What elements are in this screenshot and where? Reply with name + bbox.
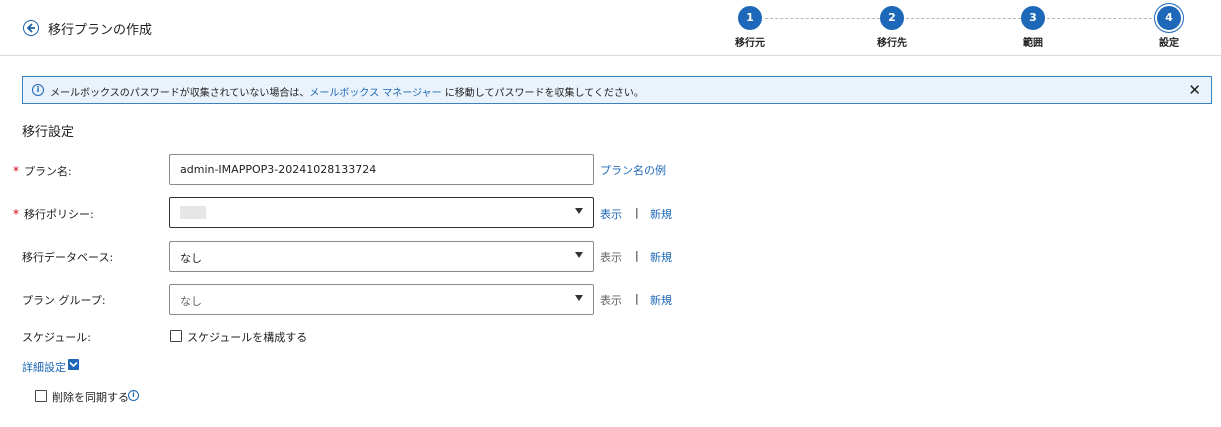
step-destination[interactable]: 2 移行先 (862, 6, 922, 49)
required-marker: * (13, 164, 19, 178)
migration-policy-label: 移行ポリシー: (24, 208, 94, 221)
plan-group-new-link[interactable]: 新規 (650, 292, 672, 308)
plan-group-show-link[interactable]: 表示 (600, 292, 622, 308)
plan-name-input[interactable]: admin-IMAPPOP3-20241028133724 (169, 154, 594, 185)
step-number: 2 (880, 6, 904, 30)
step-label: 移行元 (735, 38, 765, 49)
schedule-checkbox-label[interactable]: スケジュールを構成する (187, 329, 307, 345)
banner-text-before: メールボックスのパスワードが収集されていない場合は、 (50, 88, 310, 99)
banner-text-after: に移動してパスワードを収集してください。 (441, 88, 644, 99)
step-number: 3 (1021, 6, 1045, 30)
advanced-settings-toggle[interactable]: 詳細設定 (22, 359, 66, 375)
plan-group-label: プラン グループ: (22, 294, 106, 307)
step-number: 1 (738, 6, 762, 30)
migration-database-select[interactable]: なし (169, 241, 594, 272)
required-marker: * (13, 207, 19, 221)
info-banner: i メールボックスのパスワードが収集されていない場合は、メールボックス マネージ… (22, 76, 1212, 104)
schedule-checkbox[interactable] (170, 330, 182, 342)
plan-name-example-link[interactable]: プラン名の例 (600, 162, 666, 178)
migration-database-show-link[interactable]: 表示 (600, 249, 622, 265)
dropdown-caret-icon (575, 208, 583, 214)
redacted-value (180, 206, 206, 219)
step-source[interactable]: 1 移行元 (720, 6, 780, 49)
step-number: 4 (1157, 6, 1181, 30)
step-settings[interactable]: 4 設定 (1139, 6, 1199, 49)
plan-name-value: admin-IMAPPOP3-20241028133724 (180, 163, 377, 176)
migration-policy-new-link[interactable]: 新規 (650, 206, 672, 222)
migration-database-new-link[interactable]: 新規 (650, 249, 672, 265)
back-arrow-icon[interactable] (23, 20, 39, 36)
step-label: 移行先 (877, 38, 907, 49)
migration-database-value: なし (180, 252, 202, 265)
plan-group-select[interactable]: なし (169, 284, 594, 315)
plan-name-label: プラン名: (24, 165, 72, 178)
info-icon: i (32, 84, 44, 96)
link-separator: | (635, 206, 639, 219)
mailbox-manager-link[interactable]: メールボックス マネージャー (309, 88, 441, 99)
link-separator: | (635, 292, 639, 305)
sync-delete-label[interactable]: 削除を同期する (52, 389, 129, 405)
banner-message: メールボックスのパスワードが収集されていない場合は、メールボックス マネージャー… (50, 84, 644, 99)
dropdown-caret-icon (575, 295, 583, 301)
step-label: 範囲 (1023, 38, 1043, 49)
schedule-label: スケジュール: (22, 331, 91, 344)
dropdown-caret-icon (575, 252, 583, 258)
section-title: 移行設定 (22, 125, 75, 140)
page-title: 移行プランの作成 (48, 23, 153, 38)
sync-delete-checkbox[interactable] (35, 390, 47, 402)
page-header: 移行プランの作成 1 移行元 2 移行先 3 範囲 4 設定 (0, 0, 1221, 56)
link-separator: | (635, 249, 639, 262)
migration-policy-show-link[interactable]: 表示 (600, 206, 622, 222)
info-icon[interactable]: i (128, 390, 139, 401)
close-icon[interactable]: ✕ (1188, 81, 1201, 99)
step-label: 設定 (1159, 38, 1179, 49)
migration-database-label: 移行データベース: (22, 251, 114, 264)
migration-policy-select[interactable] (169, 197, 594, 228)
chevron-down-icon[interactable] (68, 359, 79, 370)
step-scope[interactable]: 3 範囲 (1003, 6, 1063, 49)
plan-group-value: なし (180, 295, 202, 308)
